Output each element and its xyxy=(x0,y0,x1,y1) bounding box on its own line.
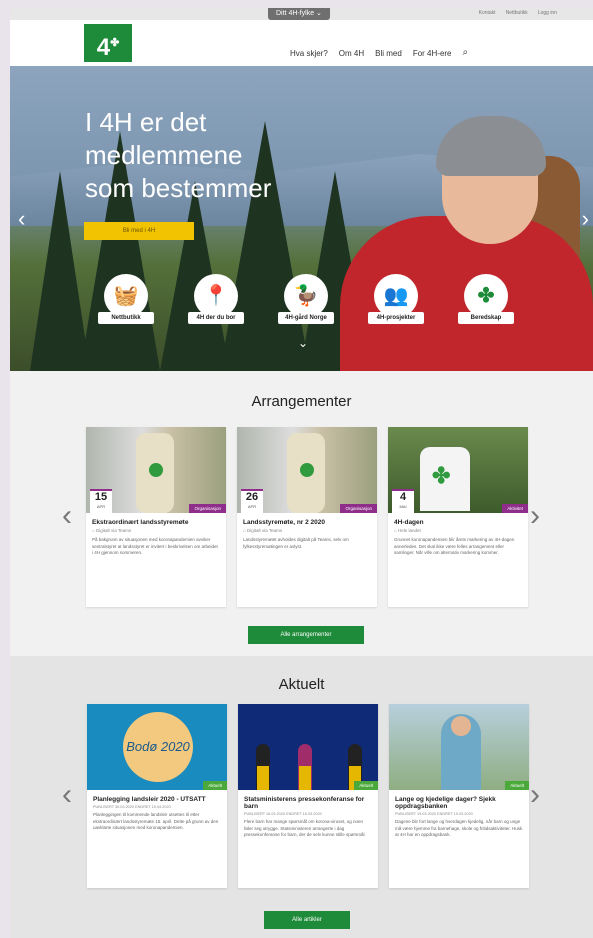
event-month: MAI xyxy=(399,504,407,509)
hero-prev-arrow-icon[interactable]: ‹ xyxy=(18,206,25,232)
event-day: 26 xyxy=(245,491,259,503)
hero-next-arrow-icon[interactable]: › xyxy=(582,206,589,232)
search-icon[interactable]: ⌕ xyxy=(463,48,469,58)
event-date: 15 APR xyxy=(90,489,112,513)
news-text: Flere barn har mange spørsmål om korona-… xyxy=(244,819,366,837)
fylke-selector[interactable]: Ditt 4H-fylke ⌄ xyxy=(268,8,330,20)
news-prev-arrow-icon[interactable]: ‹ xyxy=(62,778,72,812)
event-text: Grunnet koronapandemien blir årets marke… xyxy=(394,537,515,555)
event-month: APR xyxy=(96,504,106,509)
bodo-2020-logo: Bodø 2020 xyxy=(123,712,193,782)
news-tag: Aktuelt xyxy=(505,781,529,790)
event-tag: Organisasjon xyxy=(340,504,377,513)
news-title: Aktuelt xyxy=(278,676,325,693)
clover-dot xyxy=(149,463,163,477)
nav-item-hva-skjer[interactable]: Hva skjer? xyxy=(290,49,328,58)
join-button[interactable]: Bli med i 4H xyxy=(84,222,194,240)
event-location-text: Hele landet xyxy=(397,528,421,533)
scroll-down-chevron-icon[interactable]: ⌄ xyxy=(298,336,308,350)
event-location: ⌂ Digitalt via Teams xyxy=(243,528,283,533)
events-prev-arrow-icon[interactable]: ‹ xyxy=(62,499,72,533)
site-header: 4✤ Hva skjer? Om 4H Bli med For 4H-ere ⌕ xyxy=(10,20,593,66)
browser-page: Ditt 4H-fylke ⌄ Kontakt Nettbutikk Logg … xyxy=(10,8,593,938)
all-events-button[interactable]: Alle arrangementer xyxy=(248,626,364,644)
main-nav: Hva skjer? Om 4H Bli med For 4H-ere ⌕ xyxy=(290,48,469,59)
quicklink-nettbutikk[interactable]: 🧺 Nettbutikk xyxy=(98,274,154,324)
hero-banner: I 4H er det medlemmene som bestemmer Bli… xyxy=(10,66,593,371)
event-date: 26 APR xyxy=(241,489,263,513)
event-day: 4 xyxy=(399,491,407,503)
top-links: Kontakt Nettbutikk Logg inn xyxy=(479,10,557,16)
top-link-login[interactable]: Logg inn xyxy=(538,10,557,16)
nav-item-bli-med[interactable]: Bli med xyxy=(375,49,402,58)
news-title-text: Planlegging landsleir 2020 - UTSATT xyxy=(93,796,206,803)
all-articles-button[interactable]: Alle artikler xyxy=(264,911,350,929)
event-tag: Aktivitet xyxy=(502,504,528,513)
event-text: Landsstyremøtet avholdes digitalt på Tea… xyxy=(243,537,349,549)
quicklink-4h-der-du-bor[interactable]: 📍 4H der du bor xyxy=(188,274,244,324)
quicklink-4h-gard-norge[interactable]: 🦆 4H-gård Norge xyxy=(278,274,334,324)
news-image: Aktuelt xyxy=(389,704,529,790)
event-tag: Organisasjon xyxy=(189,504,226,513)
hiker-face xyxy=(451,716,471,736)
news-text: Dagene blir fort lange og hverdagen kjed… xyxy=(395,819,523,837)
event-card[interactable]: 26 APR Organisasjon Landsstyremøte, nr 2 … xyxy=(237,427,377,607)
news-card[interactable]: Bodø 2020 Aktuelt Planlegging landsleir … xyxy=(87,704,227,888)
news-card[interactable]: Aktuelt Lange og kjedelige dager? Sjekk … xyxy=(389,704,529,888)
news-image: Bodø 2020 Aktuelt xyxy=(87,704,227,790)
news-meta: PUBLISERT 30.03.2020 ENDRET 15.04.2020 xyxy=(93,805,171,809)
event-day: 15 xyxy=(94,491,108,503)
top-strip: Ditt 4H-fylke ⌄ Kontakt Nettbutikk Logg … xyxy=(10,8,593,20)
nav-item-for-4h-ere[interactable]: For 4H-ere xyxy=(413,49,452,58)
event-image: 15 APR Organisasjon xyxy=(86,427,226,513)
event-location-text: Digitalt via Teams xyxy=(95,528,132,533)
news-text: Planleggingen til kommende landsleir uts… xyxy=(93,812,219,830)
logo-4h[interactable]: 4✤ xyxy=(84,24,132,62)
event-location: ⌂ Digitalt via Teams xyxy=(92,528,132,533)
event-text: På bakgrunn av situasjonen med koronapan… xyxy=(92,537,218,555)
top-link-contact[interactable]: Kontakt xyxy=(479,10,496,16)
news-meta: PUBLISERT 19.03.2020 ENDRET 19.03.2020 xyxy=(395,812,473,816)
clover-dot xyxy=(300,463,314,477)
quicklink-label: Beredskap xyxy=(458,312,514,324)
nav-item-om-4h[interactable]: Om 4H xyxy=(339,49,364,58)
event-card[interactable]: 15 APR Organisasjon Ekstraordinært landss… xyxy=(86,427,226,607)
podium-shape xyxy=(299,766,311,790)
quicklink-beredskap[interactable]: ✤ Beredskap xyxy=(458,274,514,324)
hero-photo-hat xyxy=(436,116,546,176)
event-title: 4H-dagen xyxy=(394,519,424,526)
news-image: Aktuelt xyxy=(238,704,378,790)
event-image: ✤ 4 MAI Aktivitet xyxy=(388,427,528,513)
event-title: Ekstraordinært landsstyremøte xyxy=(92,519,189,526)
event-card[interactable]: ✤ 4 MAI Aktivitet 4H-dagen ⌂ Hele landet … xyxy=(388,427,528,607)
event-title: Landsstyremøte, nr 2 2020 xyxy=(243,519,326,526)
events-next-arrow-icon[interactable]: › xyxy=(530,499,540,533)
quicklink-4h-prosjekter[interactable]: 👥 4H-prosjekter xyxy=(368,274,424,324)
event-date: 4 MAI xyxy=(392,489,414,513)
news-tag: Aktuelt xyxy=(203,781,227,790)
event-image: 26 APR Organisasjon xyxy=(237,427,377,513)
top-link-shop[interactable]: Nettbutikk xyxy=(506,10,528,16)
clover-icon: ✤ xyxy=(432,463,451,488)
event-month: APR xyxy=(247,504,257,509)
news-card[interactable]: Aktuelt Statsministerens pressekonferans… xyxy=(238,704,378,888)
news-meta: PUBLISERT 16.03.2020 ENDRET 16.03.2020 xyxy=(244,812,322,816)
event-location-text: Digitalt via Teams xyxy=(246,528,283,533)
news-title-text: Statsministerens pressekonferanse for ba… xyxy=(244,796,365,810)
events-section: Arrangementer ‹ › 15 APR Organisasjon Eks… xyxy=(10,371,593,656)
news-next-arrow-icon[interactable]: › xyxy=(530,778,540,812)
events-title: Arrangementer xyxy=(251,393,352,410)
event-location: ⌂ Hele landet xyxy=(394,528,421,533)
news-section: Aktuelt ‹ › Bodø 2020 Aktuelt Planleggin… xyxy=(10,656,593,938)
podium-shape xyxy=(257,766,269,790)
news-title-text: Lange og kjedelige dager? Sjekk oppdrags… xyxy=(395,796,496,810)
news-tag: Aktuelt xyxy=(354,781,378,790)
hero-title: I 4H er det medlemmene som bestemmer xyxy=(85,107,272,203)
